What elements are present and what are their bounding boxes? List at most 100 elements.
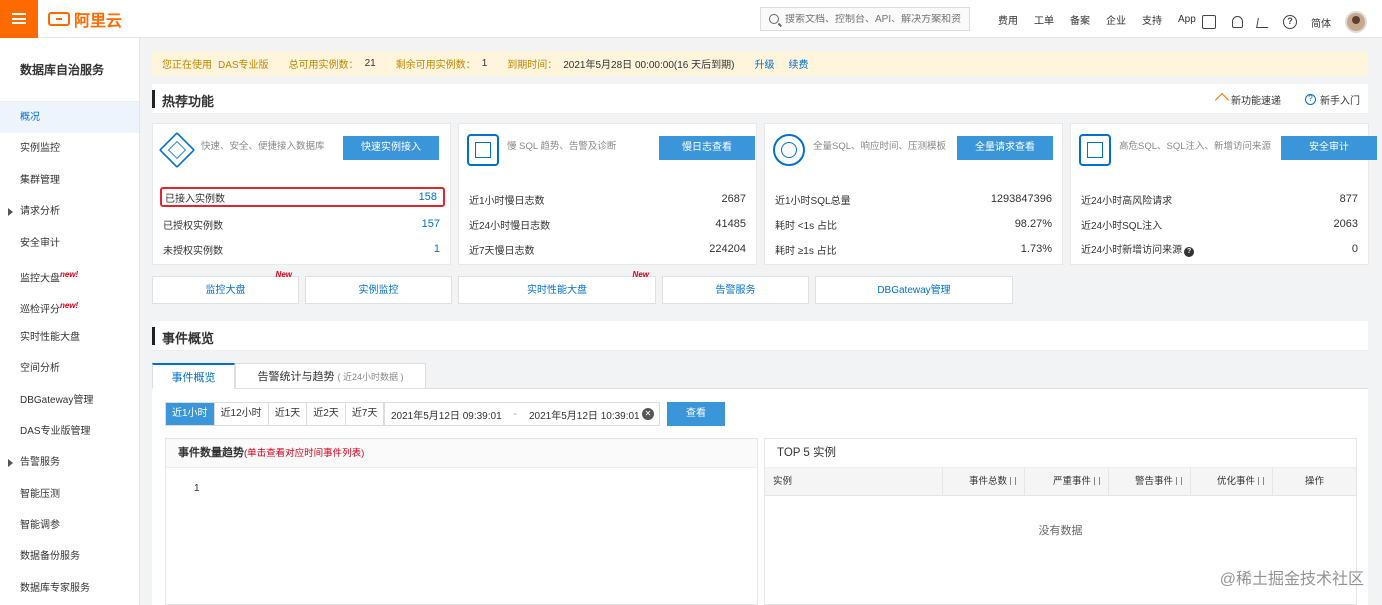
col-warning[interactable]: 警告事件 — [1109, 468, 1191, 496]
paper-plane-icon — [1214, 92, 1230, 107]
stat-value: 41485 — [715, 218, 746, 230]
sidebar-item-das-pro[interactable]: DAS专业版管理 — [0, 416, 139, 447]
quick-tab-label: 监控大盘 — [205, 285, 246, 296]
nav-support[interactable]: 支持 — [1142, 12, 1162, 27]
bell-icon[interactable] — [1232, 16, 1243, 28]
sidebar-item-expert[interactable]: 数据库专家服务 — [0, 573, 139, 604]
range-12h[interactable]: 近12小时 — [215, 403, 269, 425]
quick-tab-realtime[interactable]: 实时性能大盘 New — [458, 270, 656, 304]
nav-fees[interactable]: 费用 — [998, 12, 1018, 27]
menu-button[interactable] — [0, 0, 38, 38]
trend-axis-label: 1 — [194, 483, 200, 494]
help-icon[interactable]: ? — [1283, 15, 1297, 29]
stat-row-slow-1h: 近1小时慢日志数 2687 — [469, 189, 746, 209]
sidebar-item-realtime[interactable]: 实时性能大盘 — [0, 322, 139, 353]
stat-value[interactable]: 157 — [422, 218, 440, 230]
renew-link[interactable]: 续费 — [788, 56, 808, 71]
avatar[interactable] — [1345, 11, 1367, 33]
quick-access-button[interactable]: 快速实例接入 — [343, 136, 439, 160]
quick-tab-alert[interactable]: 告警服务 — [662, 276, 809, 304]
sidebar-item-instance-monitor[interactable]: 实例监控 — [0, 133, 139, 164]
logo[interactable]: 阿里云 — [48, 7, 122, 31]
stat-value[interactable]: 158 — [419, 191, 437, 203]
range-1h[interactable]: 近1小时 — [166, 403, 215, 425]
sidebar-item-dbgateway[interactable]: DBGateway管理 — [0, 385, 139, 416]
col-optimize-label: 优化事件 — [1216, 476, 1255, 487]
full-request-button[interactable]: 全量请求查看 — [957, 136, 1053, 160]
nav-app[interactable]: App — [1178, 14, 1196, 25]
security-audit-button[interactable]: 安全审计 — [1281, 136, 1377, 160]
cart-icon[interactable] — [1256, 18, 1270, 28]
stat-label: 耗时 ≥1s 占比 — [775, 245, 837, 257]
section-bar — [152, 90, 155, 108]
card-full-sql: 全量SQL、响应时间、压测模板 全量请求查看 近1小时SQL总量 12938473… — [764, 123, 1063, 265]
event-tabs: 事件概览 告警统计与趋势 ( 近24小时数据 ) — [152, 363, 1368, 389]
search-input[interactable] — [785, 13, 965, 25]
event-trend-hint: (单击查看对应时间事件列表) — [244, 448, 365, 459]
sidebar-item-tuning[interactable]: 智能调参 — [0, 510, 139, 541]
event-trend-title: 事件数量趋势 — [178, 447, 244, 459]
console-icon[interactable] — [1202, 15, 1216, 29]
tab-event-overview[interactable]: 事件概览 — [152, 363, 235, 389]
sidebar-item-cluster[interactable]: 集群管理 — [0, 165, 139, 196]
sidebar-item-space[interactable]: 空间分析 — [0, 353, 139, 384]
stat-value: 98.27% — [1014, 218, 1052, 230]
card-desc: 高危SQL、SQL注入、新增访问来源 — [1119, 141, 1272, 152]
nav-filing[interactable]: 备案 — [1070, 12, 1090, 27]
banner-using-value: DAS专业版 — [218, 60, 269, 71]
date-start: 2021年5月12日 09:39:01 — [391, 410, 502, 422]
stat-value: 2687 — [721, 193, 746, 205]
stat-value[interactable]: 1 — [434, 243, 440, 255]
search-box[interactable] — [760, 7, 970, 31]
new-features-label: 新功能速递 — [1231, 96, 1281, 107]
clear-icon[interactable]: ✕ — [642, 408, 654, 420]
new-features-link[interactable]: 新功能速递 — [1214, 92, 1281, 107]
question-icon[interactable]: ? — [1184, 247, 1195, 257]
sidebar-item-request-analysis[interactable]: 请求分析 — [0, 196, 139, 227]
sidebar-item-overview[interactable]: 概况 — [0, 102, 139, 134]
quick-tab-instance-monitor[interactable]: 实例监控 — [305, 276, 452, 304]
new-badge: new! — [60, 269, 79, 279]
range-1d[interactable]: 近1天 — [269, 403, 308, 425]
aliyun-logo-icon — [48, 11, 70, 26]
col-critical[interactable]: 严重事件 — [1025, 468, 1109, 496]
banner-expire-label: 到期时间： — [507, 60, 558, 71]
quick-tab-dashboard[interactable]: 监控大盘 New — [152, 270, 299, 304]
col-total[interactable]: 事件总数 — [943, 468, 1025, 496]
language-switch[interactable]: 简体 — [1311, 15, 1331, 30]
date-end: 2021年5月12日 10:39:01 — [528, 410, 640, 422]
card-instance-access: 快速、安全、便捷接入数据库 快速实例接入 已接入实例数 158 已授权实例数 157… — [152, 123, 451, 265]
nav-tickets[interactable]: 工单 — [1034, 12, 1054, 27]
sidebar-item-stress-test[interactable]: 智能压测 — [0, 479, 139, 510]
sort-icon — [1176, 477, 1182, 486]
sidebar-title: 数据库自治服务 — [0, 38, 139, 102]
sidebar-item-label: 概况 — [20, 112, 40, 123]
stat-label: 近24小时SQL注入 — [1081, 220, 1163, 232]
radar-inner — [781, 142, 797, 158]
shield-icon — [1079, 134, 1111, 166]
quick-tab-dbgateway[interactable]: DBGateway管理 — [815, 276, 1013, 304]
tab-alert-stats[interactable]: 告警统计与趋势 ( 近24小时数据 ) — [235, 363, 426, 389]
top5-table-head: 实例 事件总数 严重事件 警告事件 优化事件 操作 — [765, 468, 1356, 496]
stat-label: 近1小时SQL总量 — [775, 195, 851, 207]
nav-enterprise[interactable]: 企业 — [1106, 12, 1126, 27]
sidebar-item-security-audit[interactable]: 安全审计 — [0, 228, 139, 259]
upgrade-link[interactable]: 升级 — [754, 56, 774, 71]
sidebar-item-dashboard[interactable]: 监控大盘new! — [0, 259, 139, 290]
card-slow-log: 慢 SQL 趋势、告警及诊断 慢日志查看 近1小时慢日志数 2687 近24小时慢… — [458, 123, 757, 265]
beginner-guide-link[interactable]: ? 新手入门 — [1305, 92, 1360, 107]
stat-row-slow-24h: 近24小时慢日志数 41485 — [469, 214, 746, 234]
range-2d[interactable]: 近2天 — [307, 403, 346, 425]
stat-label: 已接入实例数 — [165, 193, 225, 205]
col-optimize[interactable]: 优化事件 — [1191, 468, 1273, 496]
sidebar-item-alert[interactable]: 告警服务 — [0, 447, 139, 478]
stat-value: 1.73% — [1020, 243, 1052, 255]
view-button[interactable]: 查看 — [667, 402, 725, 426]
watermark: @稀土掘金技术社区 — [1219, 571, 1364, 588]
logo-text: 阿里云 — [74, 12, 123, 30]
slow-log-button[interactable]: 慢日志查看 — [659, 136, 755, 160]
sidebar-item-inspection[interactable]: 巡检评分new! — [0, 290, 139, 321]
range-7d[interactable]: 近7天 — [346, 403, 384, 425]
date-range-picker[interactable]: 2021年5月12日 09:39:01 - 2021年5月12日 10:39:0… — [384, 402, 660, 426]
sidebar-item-backup[interactable]: 数据备份服务 — [0, 541, 139, 572]
